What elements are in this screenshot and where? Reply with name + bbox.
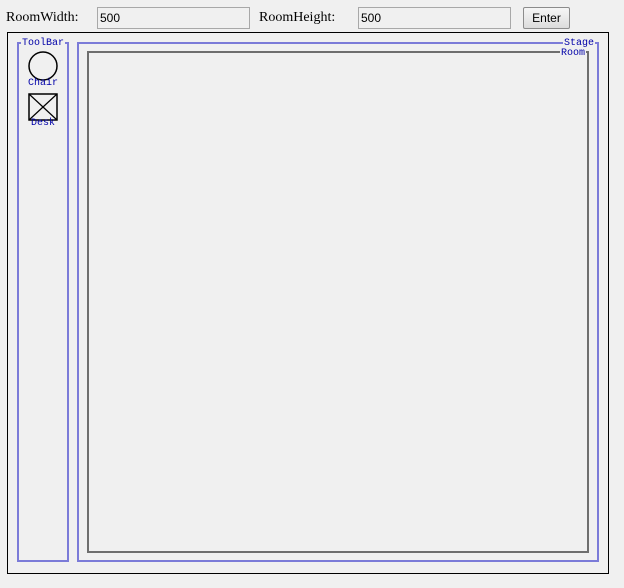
room-width-label: RoomWidth: xyxy=(6,10,79,25)
desk-tool-label: Desk xyxy=(30,118,55,129)
room-area[interactable] xyxy=(87,51,589,553)
chair-circle-icon xyxy=(28,51,58,81)
enter-button[interactable]: Enter xyxy=(523,7,570,29)
room-height-input[interactable] xyxy=(358,7,511,29)
room-label: Room xyxy=(559,48,586,59)
chair-tool-label: Chair xyxy=(27,78,58,89)
room-width-input[interactable] xyxy=(97,7,250,29)
desk-tool[interactable]: Desk xyxy=(24,92,62,130)
desk-box-icon xyxy=(28,93,58,121)
room-height-label: RoomHeight: xyxy=(259,10,336,25)
toolbar-title: ToolBar xyxy=(21,38,66,49)
chair-tool[interactable]: Chair xyxy=(24,51,62,89)
